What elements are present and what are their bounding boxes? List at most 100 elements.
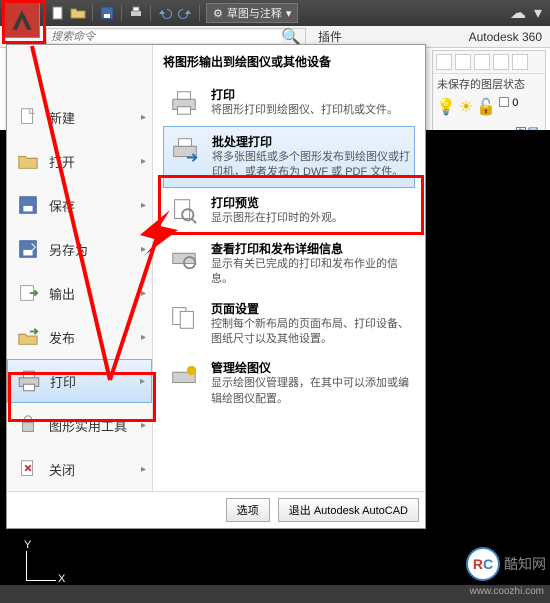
chevron-right-icon: ▸ [141, 464, 146, 475]
save-icon [15, 192, 41, 218]
menu-item-label: 图形实用工具 [49, 416, 127, 435]
preview-item[interactable]: 打印预览显示图形在打印时的外观。 [163, 188, 415, 234]
menu-item-label: 输出 [49, 284, 75, 303]
watermark-url: www.coozhi.com [470, 586, 544, 597]
export-icon [15, 280, 41, 306]
new-icon [15, 104, 41, 130]
publish-icon [15, 324, 41, 350]
menu-item-label: 保存 [49, 196, 75, 215]
menu-item-publish[interactable]: 发布 ▸ [7, 315, 152, 359]
batch-print-item[interactable]: 批处理打印将多张图纸或多个图形发布到绘图仪或打印机，或者发布为 DWF 或 PD… [163, 126, 415, 188]
chevron-right-icon: ▸ [140, 376, 145, 387]
layer-tool-icon[interactable] [455, 54, 471, 70]
open-file-icon[interactable] [70, 5, 86, 21]
submenu-desc: 控制每个新布局的页面布局、打印设备、图纸尺寸以及其他设置。 [211, 317, 411, 348]
watermark-logo: RC [466, 547, 500, 581]
workspace-label: 草图与注释 [227, 5, 282, 21]
menu-item-label: 打开 [49, 152, 75, 171]
exit-button[interactable]: 退出 Autodesk AutoCAD [278, 498, 419, 522]
chevron-right-icon: ▸ [141, 200, 146, 211]
batch-print-item-icon [168, 133, 202, 167]
autodesk360-label[interactable]: Autodesk 360 [461, 30, 550, 44]
ucs-icon: X Y [26, 541, 66, 581]
submenu-title: 页面设置 [211, 300, 411, 317]
menu-item-open[interactable]: 打开 ▸ [7, 139, 152, 183]
menu-item-new[interactable]: 新建 ▸ [7, 95, 152, 139]
chevron-right-icon: ▸ [141, 288, 146, 299]
submenu-desc: 将多张图纸或多个图形发布到绘图仪或打印机，或者发布为 DWF 或 PDF 文件。 [212, 150, 410, 181]
chevron-right-icon: ▸ [141, 112, 146, 123]
submenu-title: 批处理打印 [212, 133, 410, 150]
print-item-icon [167, 86, 201, 120]
details-item-icon [167, 240, 201, 274]
details-item[interactable]: 查看打印和发布详细信息显示有关已完成的打印和发布作业的信息。 [163, 234, 415, 294]
pagesetup-item[interactable]: 页面设置控制每个新布局的页面布局、打印设备、图纸尺寸以及其他设置。 [163, 294, 415, 354]
save-icon[interactable] [99, 5, 115, 21]
menu-item-label: 另存为 [49, 240, 88, 259]
submenu-desc: 显示图形在打印时的外观。 [211, 211, 343, 226]
search-input[interactable] [51, 31, 281, 43]
menu-item-export[interactable]: 输出 ▸ [7, 271, 152, 315]
application-button[interactable] [4, 2, 40, 38]
menu-item-label: 打印 [50, 372, 76, 391]
submenu-heading: 将图形输出到绘图仪或其他设备 [163, 53, 415, 70]
submenu-desc: 显示有关已完成的打印和发布作业的信息。 [211, 257, 411, 288]
pagesetup-item-icon [167, 300, 201, 334]
menu-item-label: 新建 [49, 108, 75, 127]
layer-tool-icon[interactable] [436, 54, 452, 70]
x-axis-label: X [58, 573, 65, 585]
submenu-desc: 将图形打印到绘图仪、打印机或文件。 [211, 103, 398, 118]
title-bar: ⚙ 草图与注释 ▾ ☁ ▾ [0, 0, 550, 26]
menu-item-label: 发布 [49, 328, 75, 347]
layer-0: 0 [512, 97, 518, 117]
lock-icon[interactable]: 🔓 [476, 97, 496, 117]
menu-item-close[interactable]: 关闭 ▸ [7, 447, 152, 491]
status-bar [0, 585, 550, 603]
print-icon[interactable] [128, 5, 144, 21]
color-swatch[interactable] [499, 97, 509, 107]
submenu-title: 打印 [211, 86, 398, 103]
layer-tool-icon[interactable] [474, 54, 490, 70]
print-icon [16, 368, 42, 394]
layer-tool-icon[interactable] [512, 54, 528, 70]
new-file-icon[interactable] [50, 5, 66, 21]
gear-icon: ⚙ [213, 7, 223, 20]
submenu-title: 管理绘图仪 [211, 359, 411, 376]
print-item[interactable]: 打印将图形打印到绘图仪、打印机或文件。 [163, 80, 415, 126]
workspace-dropdown[interactable]: ⚙ 草图与注释 ▾ [206, 3, 298, 23]
menu-item-utilities[interactable]: 图形实用工具 ▸ [7, 403, 152, 447]
menu-left-column: 新建 ▸ 打开 ▸ 保存 ▸ 另存为▸ 输出 ▸ 发布 ▸ 打印 ▸ 图形实用工具 ▸ 关闭 ▸ [7, 45, 153, 491]
utilities-icon [15, 412, 41, 438]
y-axis-label: Y [24, 539, 31, 551]
lightbulb-icon[interactable]: 💡 [436, 97, 456, 117]
dropdown-icon[interactable]: ▾ [530, 5, 546, 21]
watermark: RC 酷知网 [466, 547, 546, 581]
layer-tool-icon[interactable] [493, 54, 509, 70]
undo-icon[interactable] [157, 5, 173, 21]
menu-item-print[interactable]: 打印 ▸ [7, 359, 152, 403]
menu-item-save[interactable]: 保存 ▸ [7, 183, 152, 227]
layer-state-label[interactable]: 未保存的图层状态 [433, 73, 545, 94]
menu-right-panel: 将图形输出到绘图仪或其他设备 打印将图形打印到绘图仪、打印机或文件。批处理打印将… [153, 45, 425, 491]
cloud-icon[interactable]: ☁ [510, 5, 526, 21]
submenu-desc: 显示绘图仪管理器，在其中可以添加或编辑绘图仪配置。 [211, 376, 411, 407]
watermark-brand: 酷知网 [504, 554, 546, 574]
options-button[interactable]: 选项 [226, 498, 270, 522]
sun-icon[interactable]: ☀ [459, 97, 473, 117]
chevron-right-icon: ▸ [141, 332, 146, 343]
preview-item-icon [167, 194, 201, 228]
redo-icon[interactable] [177, 5, 193, 21]
command-search[interactable]: 🔍 [46, 28, 306, 46]
plotter-item[interactable]: 管理绘图仪显示绘图仪管理器，在其中可以添加或编辑绘图仪配置。 [163, 353, 415, 413]
submenu-title: 打印预览 [211, 194, 343, 211]
close-icon [15, 456, 41, 482]
chevron-right-icon: ▸ [141, 420, 146, 431]
application-menu: 新建 ▸ 打开 ▸ 保存 ▸ 另存为▸ 输出 ▸ 发布 ▸ 打印 ▸ 图形实用工具 ▸ 关闭 ▸ 将图形输出到绘… [6, 44, 426, 529]
tab-plugin[interactable]: 插件 [310, 28, 350, 45]
saveas-icon [15, 236, 41, 262]
chevron-down-icon: ▾ [286, 7, 292, 20]
menu-item-label: 关闭 [49, 460, 75, 479]
plotter-item-icon [167, 359, 201, 393]
chevron-right-icon: ▸ [141, 156, 146, 167]
menu-item-saveas[interactable]: 另存为▸ [7, 227, 152, 271]
